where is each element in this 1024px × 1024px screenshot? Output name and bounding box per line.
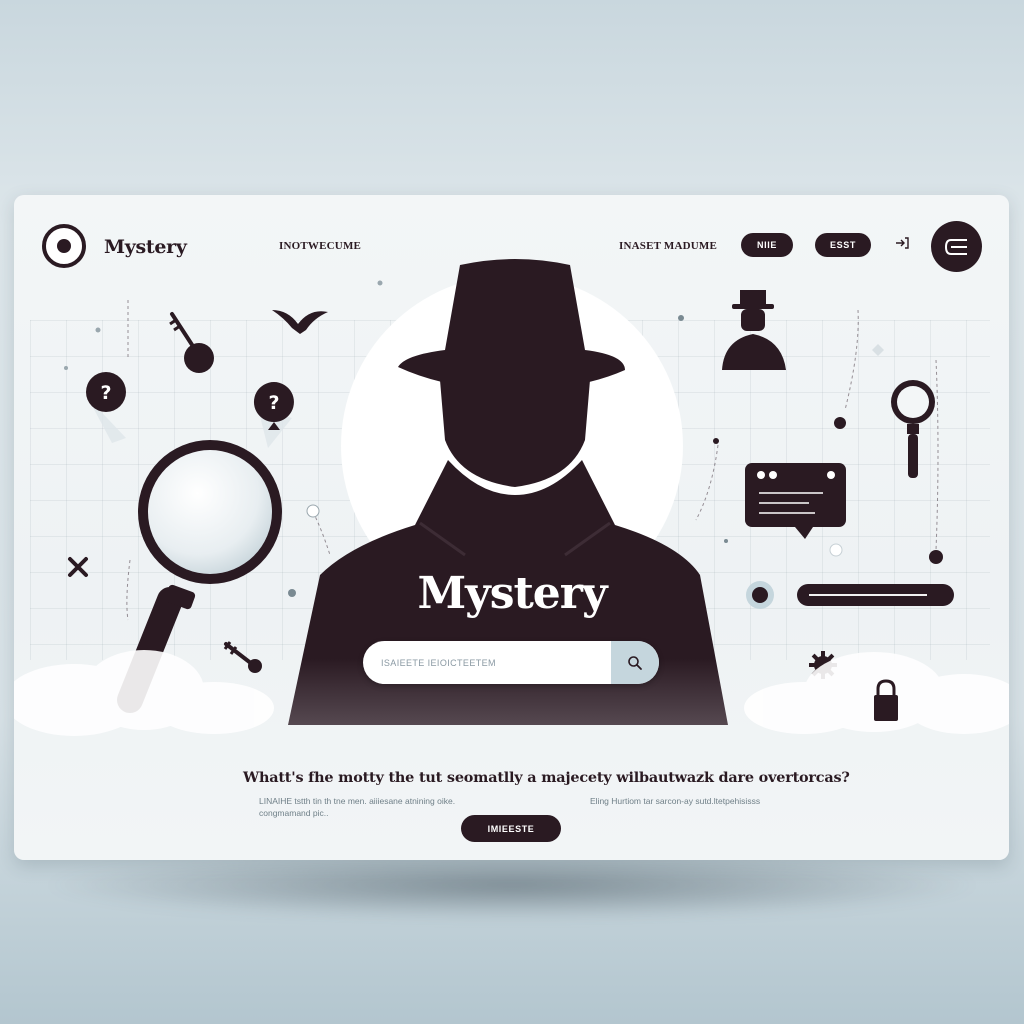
headline-question: Whatt's fhe motty the tut seomatlly a ma… bbox=[243, 769, 850, 786]
nav-button-1[interactable]: NIIE bbox=[741, 233, 793, 257]
hero-title: Mystery bbox=[417, 568, 607, 619]
progress-line bbox=[809, 594, 927, 596]
cta-button[interactable]: IMIEESTE bbox=[461, 815, 561, 842]
question-pin-icon: ? bbox=[86, 372, 126, 443]
brand-name[interactable]: Mystery bbox=[104, 236, 187, 258]
description-left: LINAIHE tstth tin th tne men. aiiiesane … bbox=[259, 796, 456, 818]
detective-figure-icon bbox=[722, 290, 786, 370]
lock-icon bbox=[874, 679, 898, 721]
magnifier-icon-small bbox=[891, 380, 935, 478]
nav-link-1[interactable]: INOTWECUME bbox=[279, 240, 361, 252]
key-icon bbox=[169, 312, 214, 373]
chat-icon bbox=[745, 463, 846, 539]
nav-button-2[interactable]: ESST bbox=[815, 233, 871, 257]
login-icon[interactable] bbox=[895, 237, 909, 249]
menu-button[interactable] bbox=[931, 221, 982, 272]
nav-link-2[interactable]: INASET MADUME bbox=[619, 240, 717, 252]
menu-icon bbox=[944, 238, 967, 255]
x-icon bbox=[68, 557, 88, 577]
cloud-decoration bbox=[14, 650, 1009, 736]
page: Mystery INOTWECUME INASET MADUME NIIE ES… bbox=[0, 0, 1024, 1024]
logo-icon[interactable] bbox=[42, 224, 86, 268]
svg-text:?: ? bbox=[268, 392, 279, 414]
status-dot-icon bbox=[746, 581, 774, 609]
svg-text:?: ? bbox=[100, 382, 111, 404]
progress-bar bbox=[797, 584, 954, 606]
logo-dot bbox=[57, 239, 71, 253]
description-right: Eling Hurtiom tar sarcon-ay sutd.ltetpeh… bbox=[590, 796, 761, 806]
